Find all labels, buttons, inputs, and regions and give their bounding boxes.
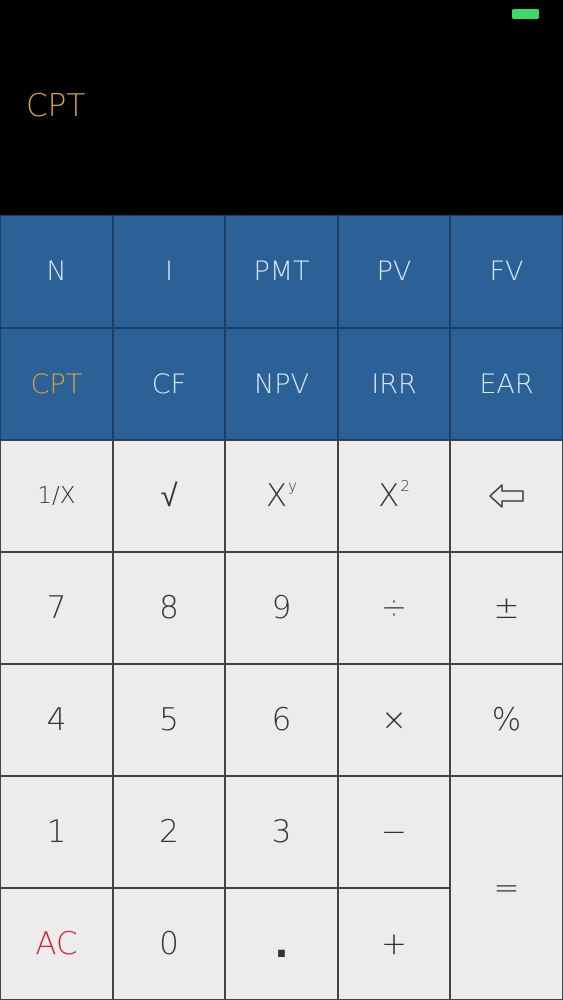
backspace-arrow-icon bbox=[488, 484, 524, 508]
key-plus-minus[interactable]: ± bbox=[450, 552, 563, 664]
key-fv[interactable]: FV bbox=[450, 215, 563, 328]
power-base: X bbox=[265, 478, 288, 514]
key-3[interactable]: 3 bbox=[225, 776, 338, 888]
key-ear[interactable]: EAR bbox=[450, 328, 563, 440]
key-decimal[interactable]: . bbox=[225, 888, 338, 1000]
key-equals[interactable]: = bbox=[450, 776, 563, 1000]
key-divide[interactable]: ÷ bbox=[338, 552, 450, 664]
key-multiply[interactable]: × bbox=[338, 664, 450, 776]
key-1[interactable]: 1 bbox=[0, 776, 113, 888]
display-mode-text: CPT bbox=[26, 88, 86, 124]
key-pmt[interactable]: PMT bbox=[225, 215, 338, 328]
key-pv[interactable]: PV bbox=[338, 215, 450, 328]
square-base: X bbox=[378, 478, 400, 514]
battery-icon bbox=[512, 9, 539, 19]
key-0[interactable]: 0 bbox=[113, 888, 225, 1000]
key-cpt[interactable]: CPT bbox=[0, 328, 113, 440]
key-backspace[interactable] bbox=[450, 440, 563, 552]
key-irr[interactable]: IRR bbox=[338, 328, 450, 440]
key-2[interactable]: 2 bbox=[113, 776, 225, 888]
key-4[interactable]: 4 bbox=[0, 664, 113, 776]
key-power[interactable]: Xy bbox=[225, 440, 338, 552]
calculator-display: CPT bbox=[0, 0, 563, 215]
key-square[interactable]: X2 bbox=[338, 440, 450, 552]
key-plus[interactable]: + bbox=[338, 888, 450, 1000]
key-reciprocal[interactable]: 1/X bbox=[0, 440, 113, 552]
key-cf[interactable]: CF bbox=[113, 328, 225, 440]
power-exponent: y bbox=[288, 477, 298, 495]
key-sqrt[interactable]: √ bbox=[113, 440, 225, 552]
key-7[interactable]: 7 bbox=[0, 552, 113, 664]
key-percent[interactable]: % bbox=[450, 664, 563, 776]
key-6[interactable]: 6 bbox=[225, 664, 338, 776]
key-5[interactable]: 5 bbox=[113, 664, 225, 776]
key-i[interactable]: I bbox=[113, 215, 225, 328]
key-9[interactable]: 9 bbox=[225, 552, 338, 664]
key-n[interactable]: N bbox=[0, 215, 113, 328]
key-8[interactable]: 8 bbox=[113, 552, 225, 664]
key-npv[interactable]: NPV bbox=[225, 328, 338, 440]
keypad: N I PMT PV FV CPT CF NPV IRR EAR 1/X √ X… bbox=[0, 215, 563, 1000]
key-minus[interactable]: − bbox=[338, 776, 450, 888]
square-exponent: 2 bbox=[400, 477, 410, 495]
key-clear[interactable]: AC bbox=[0, 888, 113, 1000]
